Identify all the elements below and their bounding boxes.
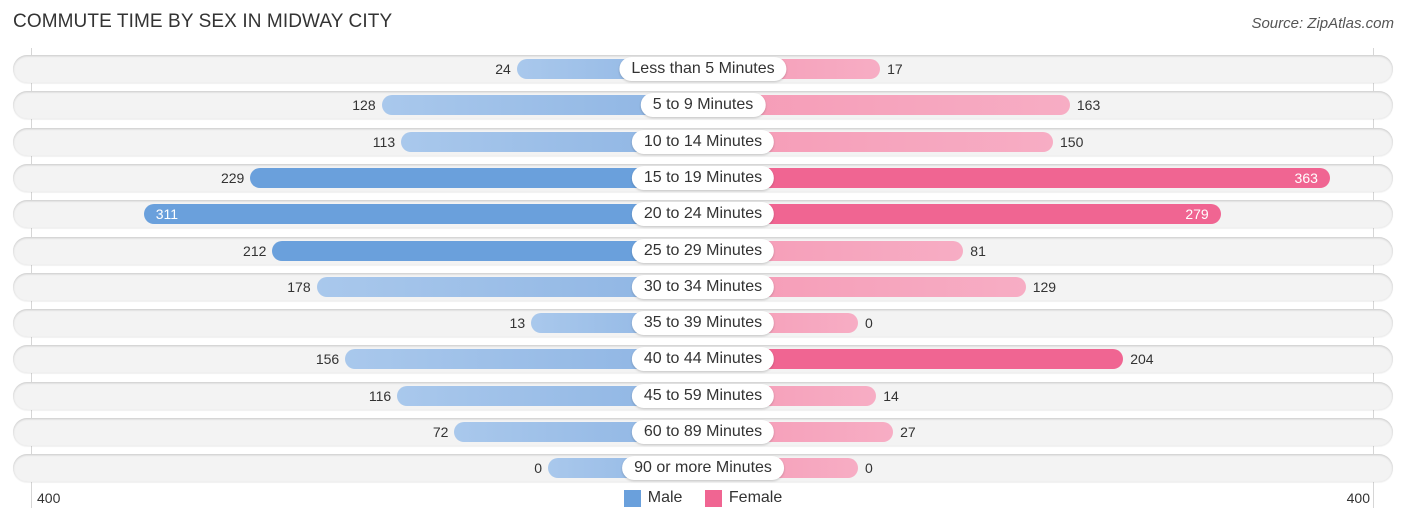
category-label: 60 to 89 Minutes <box>631 420 775 444</box>
category-label: Less than 5 Minutes <box>619 57 787 81</box>
value-label-male: 13 <box>509 315 526 332</box>
category-label: 25 to 29 Minutes <box>631 238 775 263</box>
value-label-female: 27 <box>900 424 916 440</box>
bar-male <box>143 204 703 225</box>
value-label-female: 0 <box>865 460 873 477</box>
value-label-female: 363 <box>1294 169 1318 186</box>
legend-item-female: Female <box>704 489 783 507</box>
value-label-female: 279 <box>1185 206 1209 223</box>
legend: Male Female <box>0 489 1406 512</box>
value-label-male: 178 <box>287 278 311 295</box>
value-label-female: 163 <box>1076 97 1101 114</box>
bar-female <box>703 204 1221 225</box>
legend-label-male: Male <box>647 489 683 506</box>
category-label: 15 to 19 Minutes <box>631 165 775 190</box>
value-label-male: 156 <box>315 351 340 368</box>
value-label-male: 128 <box>352 97 376 114</box>
chart-title: COMMUTE TIME BY SEX IN MIDWAY CITY <box>13 11 393 32</box>
legend-swatch-female <box>704 489 722 507</box>
value-label-female: 150 <box>1060 133 1084 150</box>
value-label-male: 229 <box>220 169 245 186</box>
value-label-male: 311 <box>155 206 179 223</box>
value-label-male: 116 <box>368 387 392 404</box>
legend-swatch-male <box>623 489 641 507</box>
category-label: 5 to 9 Minutes <box>640 93 766 118</box>
category-label: 35 to 39 Minutes <box>631 311 775 336</box>
legend-label-female: Female <box>728 489 783 506</box>
category-label: 10 to 14 Minutes <box>631 129 775 154</box>
value-label-female: 17 <box>887 61 903 77</box>
value-label-female: 81 <box>970 242 986 259</box>
value-label-female: 0 <box>865 315 873 332</box>
source-label: Source: ZipAtlas.com <box>1251 15 1394 32</box>
value-label-male: 24 <box>495 61 511 77</box>
value-label-male: 72 <box>432 424 449 440</box>
value-label-male: 0 <box>534 460 542 477</box>
category-label: 30 to 34 Minutes <box>631 274 775 299</box>
value-label-female: 204 <box>1130 351 1154 368</box>
category-label: 45 to 59 Minutes <box>631 383 775 408</box>
category-label: 40 to 44 Minutes <box>631 347 775 372</box>
value-label-male: 212 <box>243 242 267 259</box>
category-label: 90 or more Minutes <box>622 456 784 481</box>
category-label: 20 to 24 Minutes <box>631 202 775 227</box>
value-label-female: 14 <box>883 387 899 404</box>
value-label-male: 113 <box>372 133 396 150</box>
legend-item-male: Male <box>623 489 683 507</box>
bar-female <box>703 167 1330 188</box>
value-label-female: 129 <box>1032 278 1057 295</box>
